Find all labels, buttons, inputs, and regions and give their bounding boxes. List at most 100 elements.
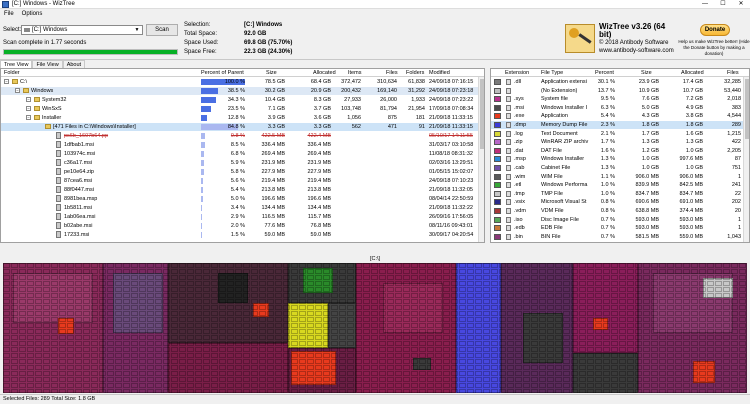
treemap-cell — [683, 347, 690, 352]
tree-row[interactable]: − Windows 38.5 % 30.2 GB 20.9 GB 200,432 169,1… — [1, 87, 484, 95]
col-items[interactable]: Items — [348, 69, 361, 77]
treemap-cell — [619, 383, 626, 388]
treemap-cell — [467, 335, 474, 340]
ext-row[interactable]: .iso Disc Image File 0.7 % 593.0 MB 593.0 MB… — [491, 216, 749, 224]
tree-row[interactable]: − Installer 12.8 % 3.9 GB 3.6 GB 1,056 875 181 2… — [1, 114, 484, 122]
expand-toggle-icon[interactable]: − — [15, 88, 20, 93]
ext-row[interactable]: .vsix Microsoft Visual St 0.8 % 690.6 MB 691… — [491, 198, 749, 206]
tree-row[interactable]: − System32 34.3 % 10.4 GB 8.3 GB 27,933 26,000… — [1, 96, 484, 104]
donate-button[interactable]: Donate — [700, 24, 730, 36]
tree-row[interactable]: − C:\ 100.0 % 78.5 GB 68.4 GB 372,472 310,634 6… — [1, 78, 484, 86]
ext-row[interactable]: .etl Windows Performa 1.0 % 839.9 MB 842.5 M… — [491, 181, 749, 189]
tree-row[interactable]: − WinSxS 23.5 % 7.1 GB 3.7 GB 103,748 81,794 21… — [1, 105, 484, 113]
col-modified[interactable]: Modified — [429, 69, 450, 77]
treemap-cell — [611, 341, 618, 346]
col-size[interactable]: Size — [266, 69, 277, 77]
treemap-cell — [475, 281, 482, 286]
maximize-button[interactable]: ☐ — [714, 0, 732, 9]
col-ext-allocated[interactable]: Allocated — [681, 69, 704, 77]
logo-url[interactable]: www.antibody-software.com — [599, 47, 675, 55]
ext-row[interactable]: .msi Windows Installer I 6.3 % 5.0 GB 4.9 GB… — [491, 104, 749, 112]
tree-row[interactable]: 88f0447.msi 5.4 % 213.8 MB 213.8 MB 21/09/18… — [1, 186, 484, 194]
col-folders[interactable]: Folders — [406, 69, 424, 77]
ext-row[interactable]: .dll Application extensi 30.1 % 23.9 GB 17.4… — [491, 78, 749, 86]
treemap-cell — [275, 263, 282, 268]
col-ext-files[interactable]: Files — [727, 69, 739, 77]
menu-options[interactable]: Options — [22, 10, 43, 19]
ext-row[interactable]: .tmp TMP File 1.0 % 834.7 MB 834.7 MB 22 — [491, 190, 749, 198]
ext-row[interactable]: .dat DAT File 1.6 % 1.2 GB 1.0 GB 2,205 — [491, 147, 749, 155]
ext-color-swatch — [494, 216, 501, 223]
ext-row[interactable]: .bin BIN File 0.7 % 581.5 MB 559.0 MB 1,043 — [491, 233, 749, 241]
ext-row[interactable]: .edb EDB File 0.7 % 593.0 MB 593.0 MB 1 — [491, 224, 749, 232]
chevron-down-icon[interactable]: ▼ — [133, 26, 141, 34]
tab-tree-view[interactable]: Tree View — [0, 60, 33, 68]
menu-file[interactable]: File — [4, 10, 14, 19]
drive-select[interactable]: [C:] Windows ▼ — [21, 25, 143, 35]
tree-row[interactable]: 1b5811.msi 3.4 % 134.4 MB 134.4 MB 21/09/18 … — [1, 204, 484, 212]
treemap-cell — [571, 377, 578, 382]
tree-row[interactable]: 17233.msi 1.5 % 59.0 MB 59.0 MB 30/09/17 04:… — [1, 231, 484, 239]
col-allocated[interactable]: Allocated — [313, 69, 336, 77]
scan-button[interactable]: Scan — [146, 24, 178, 36]
expand-toggle-icon[interactable]: − — [4, 79, 9, 84]
ext-row[interactable]: .wim WIM File 1.1 % 906.0 MB 906.0 MB 1 — [491, 173, 749, 181]
treemap-cell — [99, 353, 106, 358]
ext-row[interactable]: .dmp Memory Dump File 2.3 % 1.8 GB 1.8 GB 289 — [491, 121, 749, 129]
tree-scrollbar[interactable] — [478, 77, 484, 242]
treemap-cell — [371, 293, 378, 298]
tree-row[interactable]: b02abe.msi 2.0 % 77.6 MB 76.8 MB 08/11/16 09… — [1, 222, 484, 230]
col-file-type[interactable]: File Type — [541, 69, 563, 77]
treemap-cell — [171, 299, 178, 304]
ext-row[interactable]: .cab Cabinet File 1.3 % 1.0 GB 1.0 GB 751 — [491, 164, 749, 172]
tab-file-view[interactable]: File View — [32, 60, 63, 68]
col-ext-percent[interactable]: Percent — [595, 69, 614, 77]
tree-row[interactable]: [471 Files in C:\Windows\Installer] 84.8 … — [1, 123, 484, 131]
ext-row[interactable]: .sys System file 9.5 % 7.6 GB 7.2 GB 2,018 — [491, 95, 749, 103]
treemap-cell — [283, 281, 290, 286]
tree-row[interactable]: ps6b_1607b64.pp 9.8 % 422.5 MB 422.4 MB 05/1… — [1, 132, 484, 140]
tree-row[interactable]: pe10e64.zip 5.8 % 227.9 MB 227.9 MB 01/05/15… — [1, 168, 484, 176]
tree-row[interactable]: 87cea6.msi 5.6 % 219.4 MB 219.4 MB 24/09/18 … — [1, 177, 484, 185]
treemap-cell — [715, 371, 722, 376]
ext-row[interactable]: .exe Application 5.4 % 4.3 GB 3.8 GB 4,544 — [491, 112, 749, 120]
col-percent[interactable]: Percent of Parent — [201, 69, 244, 77]
treemap-cell — [419, 359, 426, 364]
treemap-cell — [243, 353, 250, 358]
close-button[interactable]: ✕ — [732, 0, 750, 9]
treemap-cell — [179, 347, 186, 352]
ext-row[interactable]: .vdm VDM File 0.8 % 638.8 MB 374.4 MB 20 — [491, 207, 749, 215]
ext-row[interactable]: (No Extension) 13.7 % 10.9 GB 10.7 GB 53,440 — [491, 87, 749, 95]
treemap[interactable] — [3, 263, 747, 393]
tree-row[interactable]: 1dfbab1.msi 8.5 % 336.4 MB 336.4 MB 31/03/17… — [1, 141, 484, 149]
col-extension[interactable]: Extension — [505, 69, 529, 77]
ext-scrollbar[interactable] — [743, 77, 749, 242]
expand-toggle-icon[interactable]: − — [26, 97, 31, 102]
col-ext-size[interactable]: Size — [641, 69, 652, 77]
tree-row[interactable]: 1ab06ea.msi 2.9 % 116.5 MB 115.7 MB 26/09/16… — [1, 213, 484, 221]
treemap-cell — [595, 311, 602, 316]
col-files[interactable]: Files — [386, 69, 398, 77]
ext-row[interactable]: .log Text Document 2.1 % 1.7 GB 1.6 GB 1,215 — [491, 130, 749, 138]
ext-color-swatch — [494, 104, 501, 111]
tab-about[interactable]: About — [62, 60, 86, 68]
col-folder[interactable]: Folder — [4, 69, 20, 77]
treemap-cell — [43, 317, 50, 322]
treemap-cell — [571, 335, 578, 340]
minimize-button[interactable]: — — [696, 0, 714, 9]
treemap-cell — [731, 287, 738, 292]
treemap-cell — [371, 311, 378, 316]
tree-row[interactable]: c36a17.msi 5.9 % 231.9 MB 231.9 MB 02/03/16 … — [1, 159, 484, 167]
treemap-cell — [227, 371, 234, 376]
treemap-cell — [651, 317, 658, 322]
expand-toggle-icon[interactable]: − — [26, 106, 31, 111]
treemap-cell — [579, 293, 586, 298]
tree-row[interactable]: 103974c.msi 6.8 % 269.4 MB 269.4 MB 11/08/18… — [1, 150, 484, 158]
ext-row[interactable]: .zip WinRAR ZIP archiv 1.7 % 1.3 GB 1.3 GB 42… — [491, 138, 749, 146]
treemap-cell — [731, 383, 738, 388]
tree-row[interactable]: 8981bea.msp 5.0 % 196.6 MB 196.6 MB 08/04/14… — [1, 195, 484, 203]
treemap-cell — [427, 323, 434, 328]
ext-row[interactable]: .msp Windows Installer 1.3 % 1.0 GB 997.6 MB… — [491, 155, 749, 163]
ext-row-files: 32,285 — [724, 79, 741, 85]
expand-toggle-icon[interactable]: − — [26, 115, 31, 120]
